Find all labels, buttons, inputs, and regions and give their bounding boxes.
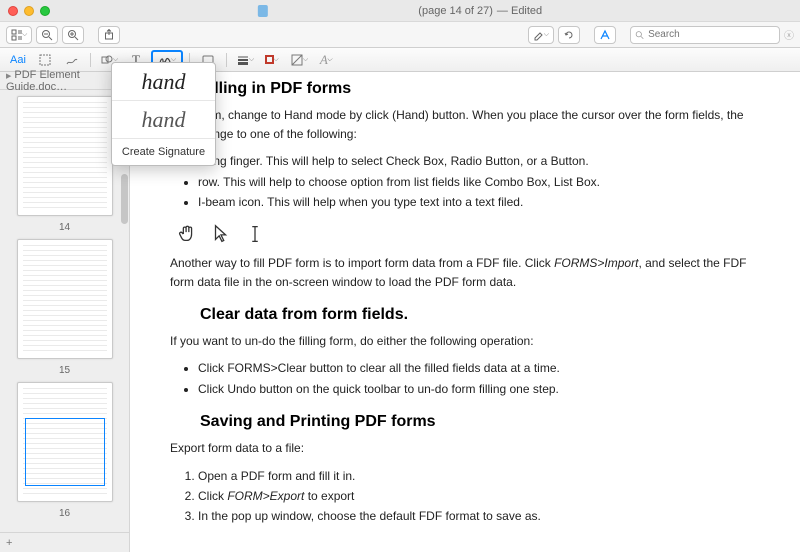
page-number-label: 14: [59, 222, 70, 233]
add-page-button[interactable]: +: [0, 532, 129, 552]
thumbnail-list: 14 15 16: [0, 90, 129, 532]
list-item: Click FORM>Export to export: [198, 486, 760, 506]
line-weight-tool[interactable]: ⌵: [233, 51, 257, 69]
document-edited-label: — Edited: [497, 5, 542, 17]
markup-button[interactable]: [594, 26, 616, 44]
section-heading: Filling in PDF forms: [200, 80, 760, 98]
text-style-button[interactable]: Aai: [6, 51, 30, 69]
zoom-out-button[interactable]: [36, 26, 58, 44]
list-item: In the pop up window, choose the default…: [198, 506, 760, 526]
list-item: inting finger. This will help to select …: [198, 151, 760, 171]
document-view[interactable]: Filling in PDF forms PDF form, change to…: [130, 72, 800, 552]
share-button[interactable]: [98, 26, 120, 44]
sketch-tool[interactable]: [60, 51, 84, 69]
search-input[interactable]: [648, 29, 775, 40]
signature-dropdown: hand hand Create Signature: [111, 62, 216, 166]
page-number-label: 16: [59, 508, 70, 519]
body-text: Another way to fill PDF form is to impor…: [170, 254, 760, 291]
page-thumbnail[interactable]: [17, 382, 113, 502]
signature-option[interactable]: hand: [112, 101, 215, 139]
document-page: Filling in PDF forms PDF form, change to…: [130, 72, 800, 552]
rotate-button[interactable]: [558, 26, 580, 44]
list-item: I-beam icon. This will help when you typ…: [198, 192, 760, 212]
zoom-in-button[interactable]: [62, 26, 84, 44]
hand-cursor-icon: [176, 222, 198, 246]
window-titlebar: PDF Element Guide.docx.pdf (page 14 of 2…: [0, 0, 800, 22]
list-item: Click FORMS>Clear button to clear all th…: [198, 358, 760, 378]
page-thumbnail[interactable]: [17, 239, 113, 359]
document-page-info: (page 14 of 27): [418, 5, 493, 17]
arrow-cursor-icon: [210, 222, 232, 246]
search-icon: [635, 30, 644, 40]
body-text: If you want to un-do the filling form, d…: [170, 332, 760, 351]
bullet-list: inting finger. This will help to select …: [180, 151, 760, 212]
close-window-button[interactable]: [8, 6, 18, 16]
selection-tool[interactable]: [33, 51, 57, 69]
list-item: Open a PDF form and fill it in.: [198, 466, 760, 486]
create-signature-button[interactable]: Create Signature: [112, 139, 215, 165]
section-heading: Saving and Printing PDF forms: [200, 413, 760, 431]
sidebar-tab[interactable]: PDF Element Guide.doc…: [0, 72, 129, 90]
page-number-label: 15: [59, 365, 70, 376]
window-controls: [8, 6, 50, 16]
numbered-list: Open a PDF form and fill it in. Click FO…: [180, 466, 760, 527]
body-text: Export form data to a file:: [170, 439, 760, 458]
document-icon: [258, 5, 268, 17]
list-item: Click Undo button on the quick toolbar t…: [198, 379, 760, 399]
page-thumbnail[interactable]: [17, 96, 113, 216]
search-field[interactable]: [630, 26, 780, 44]
cursor-illustration: [176, 222, 760, 246]
view-mode-button[interactable]: ⌵: [6, 26, 32, 44]
bullet-list: Click FORMS>Clear button to clear all th…: [180, 358, 760, 399]
clear-search-icon[interactable]: ⓧ: [784, 27, 794, 42]
section-heading: Clear data from form fields.: [200, 306, 760, 324]
list-item: row. This will help to choose option fro…: [198, 172, 760, 192]
body-text: PDF form, change to Hand mode by click (…: [170, 106, 760, 143]
ibeam-cursor-icon: [244, 222, 266, 246]
minimize-window-button[interactable]: [24, 6, 34, 16]
maximize-window-button[interactable]: [40, 6, 50, 16]
signature-option[interactable]: hand: [112, 63, 215, 101]
